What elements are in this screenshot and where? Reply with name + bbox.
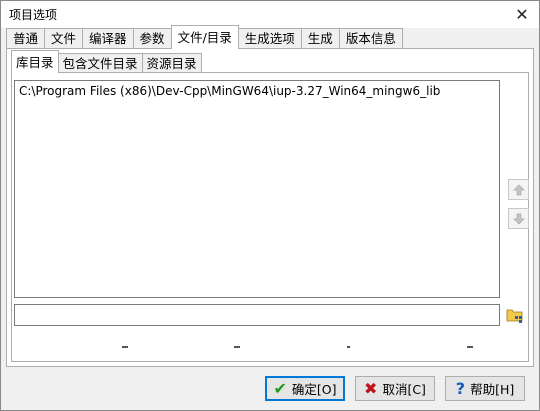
- help-button-label: 帮助[H]: [470, 382, 515, 397]
- dialog-button-bar: ✔ 确定[O] ✖ 取消[C] ? 帮助[H]: [1, 369, 539, 410]
- directory-path-input[interactable]: [14, 304, 500, 326]
- tab-build[interactable]: 生成: [300, 28, 340, 49]
- question-mark-icon: ?: [455, 378, 466, 398]
- tab-files-directories[interactable]: 文件/目录: [170, 25, 239, 49]
- divider: [347, 346, 350, 348]
- directory-listbox[interactable]: C:\Program Files (x86)\Dev-Cpp\MinGW64\i…: [14, 80, 500, 298]
- cancel-button-label: 取消[C]: [382, 382, 426, 397]
- close-x-icon: ✖: [364, 378, 378, 398]
- window-title: 项目选项: [9, 8, 58, 22]
- check-icon: ✔: [273, 378, 287, 398]
- tab-general[interactable]: 普通: [6, 28, 46, 49]
- tab-files[interactable]: 文件: [44, 28, 84, 49]
- tab-compiler[interactable]: 编译器: [82, 28, 134, 49]
- project-options-dialog: 项目选项 ✕ 普通 文件 编译器 参数 文件/目录 生成选项 生成 版本信息 库…: [0, 0, 540, 411]
- tab-version-info[interactable]: 版本信息: [338, 28, 403, 49]
- ok-button-label: 确定[O]: [291, 382, 337, 397]
- title-bar: 项目选项 ✕: [1, 1, 539, 28]
- divider: [122, 346, 128, 348]
- subtab-include-dirs[interactable]: 包含文件目录: [57, 53, 143, 73]
- browse-folder-button[interactable]: [504, 305, 525, 326]
- help-button[interactable]: ? 帮助[H]: [445, 376, 525, 401]
- subtab-library-dirs[interactable]: 库目录: [11, 50, 59, 73]
- main-tabs: 普通 文件 编译器 参数 文件/目录 生成选项 生成 版本信息: [6, 25, 403, 49]
- ok-button[interactable]: ✔ 确定[O]: [265, 376, 345, 401]
- files-directories-panel: 库目录 包含文件目录 资源目录 C:\Program Files (x86)\D…: [6, 48, 534, 367]
- close-icon[interactable]: ✕: [505, 1, 539, 28]
- tab-build-options[interactable]: 生成选项: [237, 28, 302, 49]
- move-down-button[interactable]: [508, 208, 529, 229]
- subtab-resource-dirs[interactable]: 资源目录: [141, 53, 202, 73]
- list-item[interactable]: C:\Program Files (x86)\Dev-Cpp\MinGW64\i…: [19, 83, 495, 99]
- divider: [467, 346, 473, 348]
- library-dirs-panel: C:\Program Files (x86)\Dev-Cpp\MinGW64\i…: [11, 72, 529, 362]
- tab-parameters[interactable]: 参数: [132, 28, 172, 49]
- move-up-button[interactable]: [508, 179, 529, 200]
- cancel-button[interactable]: ✖ 取消[C]: [355, 376, 435, 401]
- divider: [234, 346, 240, 348]
- directory-subtabs: 库目录 包含文件目录 资源目录: [11, 50, 202, 73]
- up-arrow-icon: [512, 184, 525, 195]
- down-arrow-icon: [512, 213, 525, 224]
- folder-icon: [506, 309, 522, 323]
